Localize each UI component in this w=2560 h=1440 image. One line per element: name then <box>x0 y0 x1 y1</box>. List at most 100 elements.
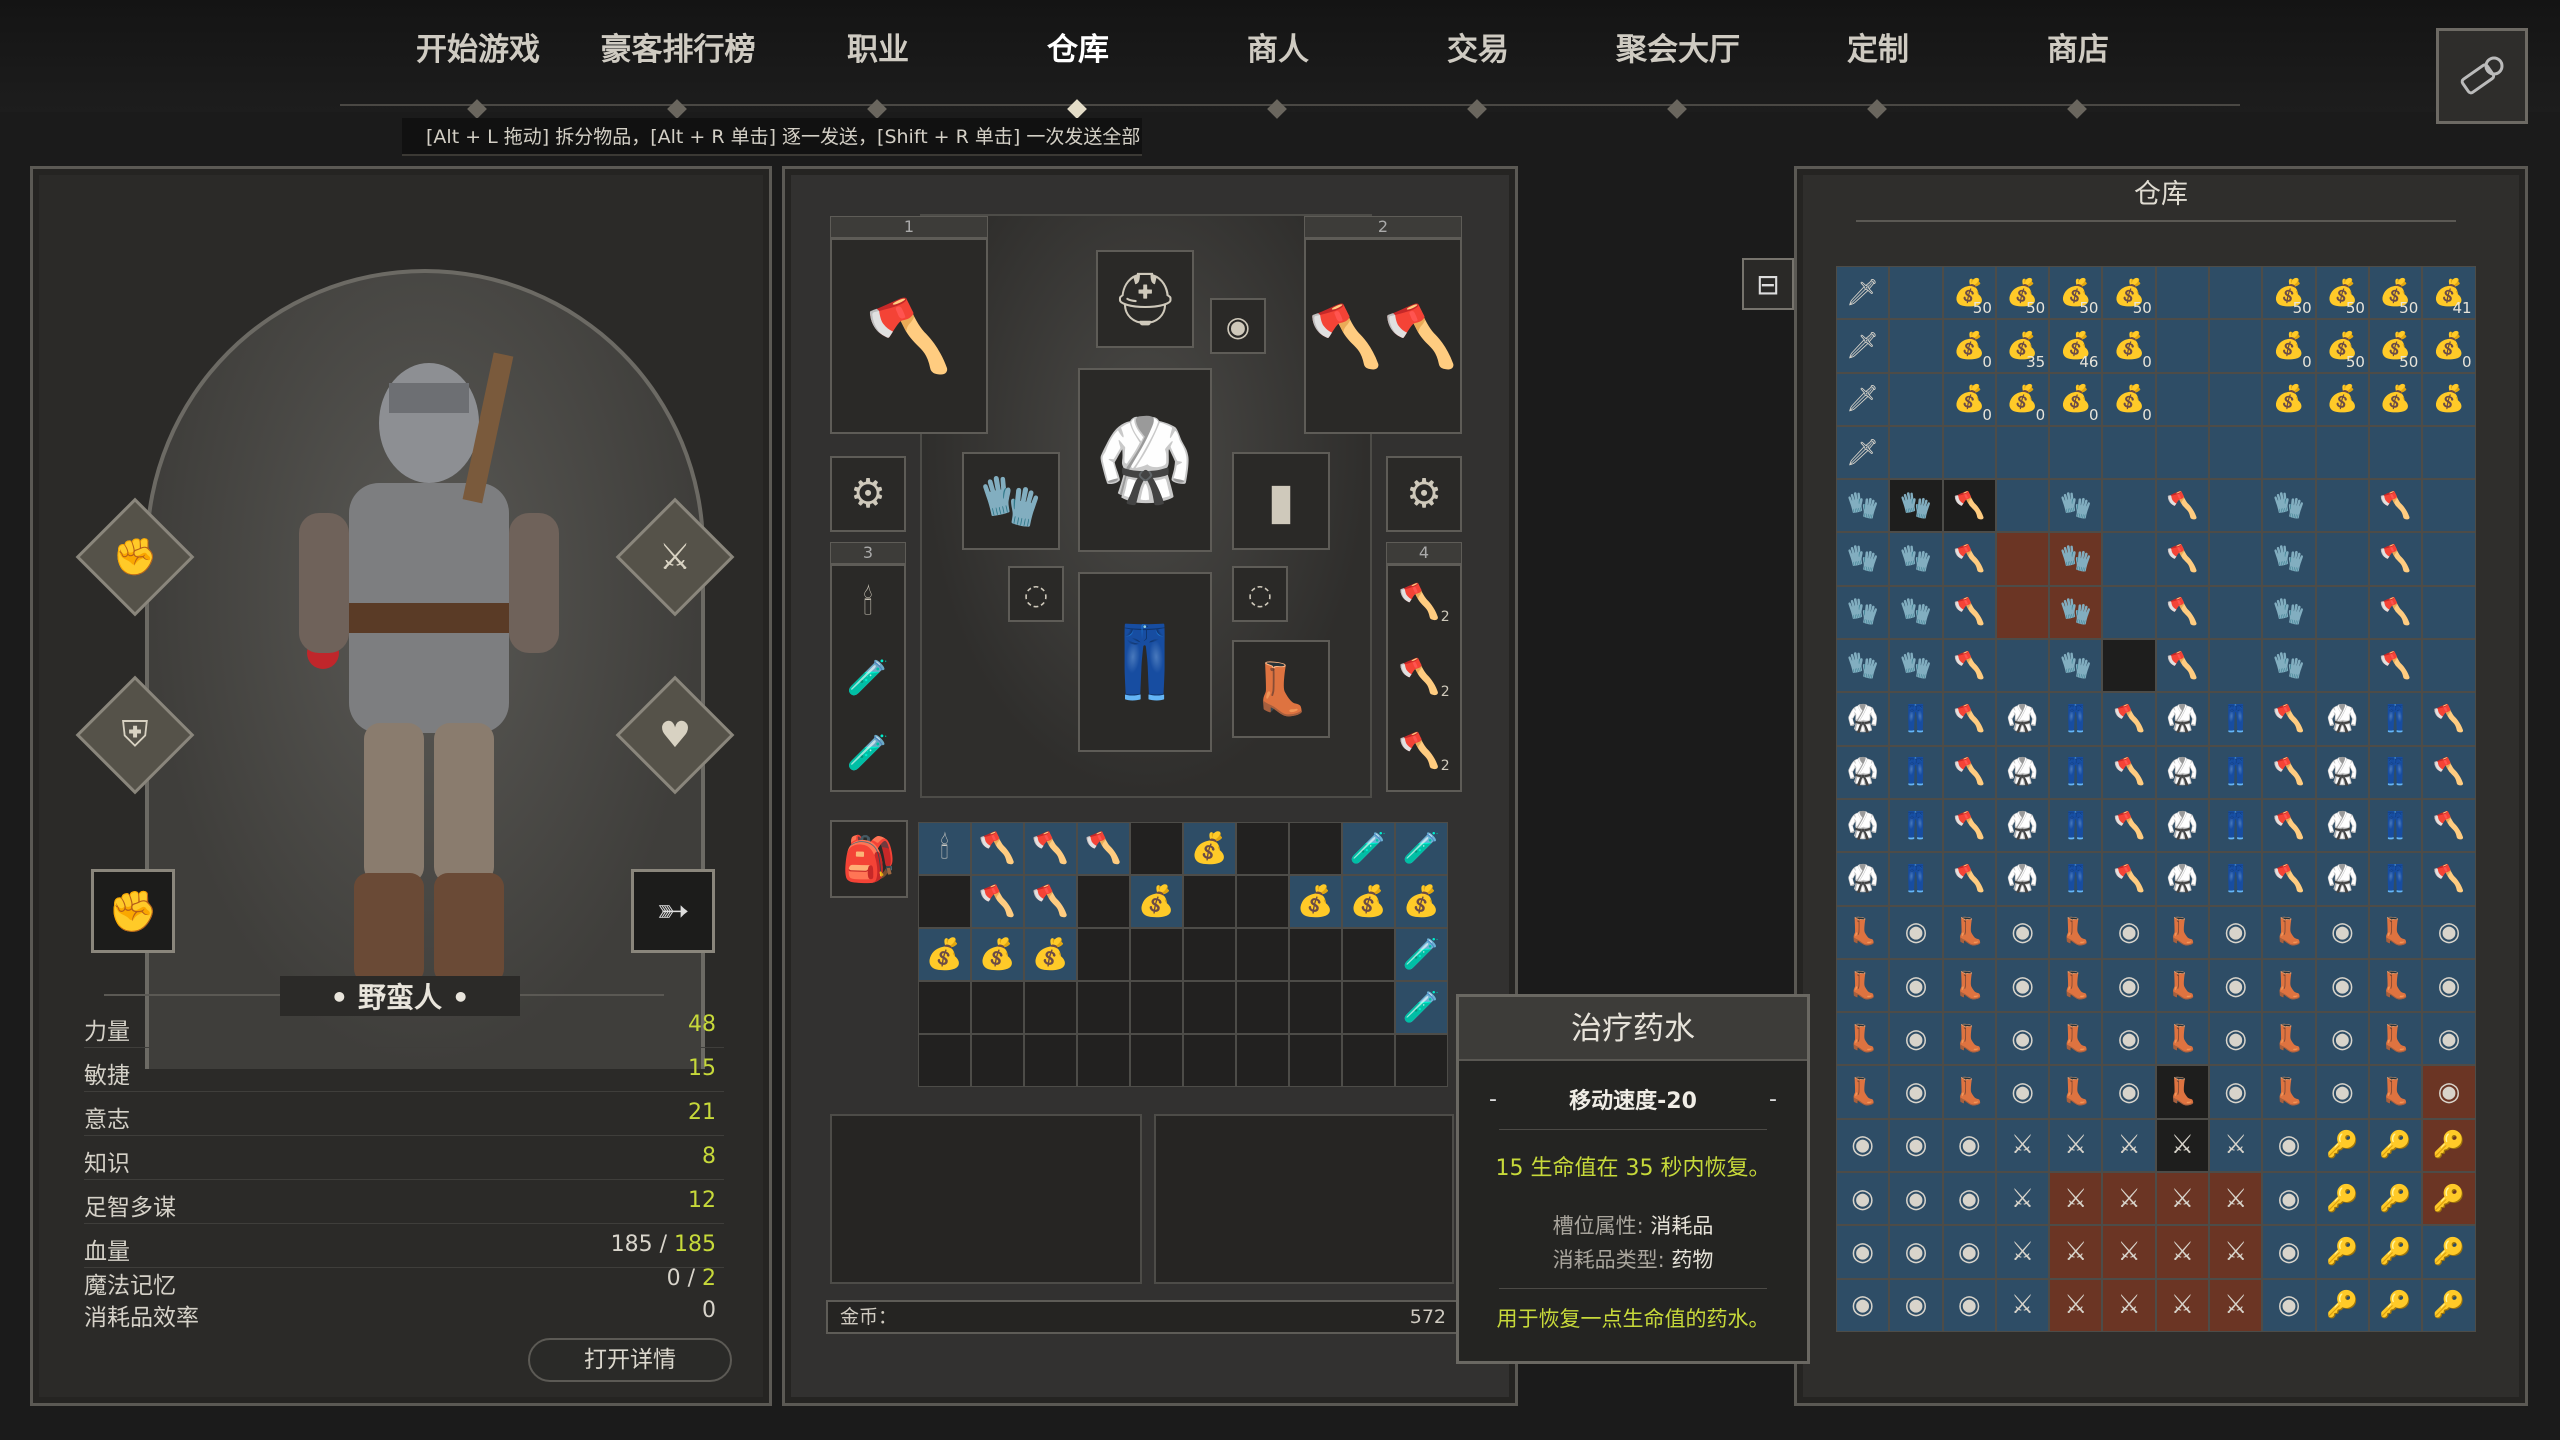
stash-cell[interactable]: 🥋 <box>2155 798 2210 853</box>
stash-cell[interactable]: 💰 41 <box>2422 266 2476 320</box>
stash-cell[interactable]: 🔑 <box>2422 1172 2476 1226</box>
stash-cell[interactable]: ⚔ <box>1995 1225 2050 1279</box>
inventory-cell[interactable] <box>1077 875 1130 928</box>
stash-cell[interactable]: 🪓 <box>2155 639 2210 693</box>
stash-cell[interactable]: 💰 0 <box>2102 319 2156 373</box>
stash-cell[interactable]: 👖 <box>2049 745 2103 799</box>
stash-cell[interactable]: 🗡 <box>1836 266 1890 320</box>
stash-cell[interactable]: 🧤 <box>2262 479 2316 533</box>
stash-cell[interactable]: ⚔ <box>2102 1225 2156 1279</box>
stash-cell[interactable] <box>2209 372 2263 426</box>
stash-cell[interactable]: 👢 <box>2049 1065 2103 1119</box>
inventory-cell[interactable]: 🪓 <box>1077 822 1130 875</box>
stash-cell[interactable] <box>2155 319 2210 373</box>
inventory-cell[interactable] <box>1077 981 1130 1034</box>
stash-cell[interactable]: ⚔ <box>2049 1118 2103 1173</box>
stash-cell[interactable]: ◉ <box>1995 1065 2050 1119</box>
stash-cell[interactable]: ⚔ <box>2209 1278 2263 1332</box>
stash-cell[interactable]: 👢 <box>2262 905 2316 959</box>
stash-cell[interactable]: 👢 <box>2155 1012 2210 1066</box>
inventory-cell[interactable] <box>1077 1034 1130 1087</box>
inventory-cell[interactable] <box>1236 822 1289 875</box>
stash-cell[interactable]: 🔑 <box>2368 1118 2423 1173</box>
stash-cell[interactable]: 🗡 <box>1836 425 1890 480</box>
stash-cell[interactable] <box>2315 479 2369 533</box>
stash-cell[interactable] <box>2422 425 2476 480</box>
inventory-cell[interactable] <box>1342 928 1395 981</box>
stash-cell[interactable]: ◉ <box>2209 905 2263 959</box>
stash-cell[interactable]: 🔑 <box>2315 1118 2369 1173</box>
stash-cell[interactable] <box>2209 585 2263 640</box>
stash-cell[interactable] <box>1889 319 1943 373</box>
stash-cell[interactable]: 👢 <box>1836 1065 1890 1119</box>
stash-cell[interactable]: 👖 <box>2049 852 2103 906</box>
stash-cell[interactable] <box>2102 585 2156 640</box>
stash-cell[interactable]: ◉ <box>1995 1012 2050 1066</box>
tab-gathering-hall[interactable]: 聚会大厅 <box>1588 20 1768 119</box>
inventory-cell[interactable]: 🧪 <box>1395 928 1448 981</box>
stash-cell[interactable]: ◉ <box>1836 1172 1890 1226</box>
stash-cell[interactable]: 💰 50 <box>2315 266 2369 320</box>
stash-cell[interactable]: 🔑 <box>2315 1278 2369 1332</box>
stash-cell[interactable] <box>2102 532 2156 586</box>
stash-cell[interactable]: 💰 <box>2262 372 2316 426</box>
stash-cell[interactable]: 👢 <box>2262 1012 2316 1066</box>
stash-cell[interactable]: 👖 <box>2209 745 2263 799</box>
inventory-cell[interactable]: 🪓 <box>971 875 1024 928</box>
stash-cell[interactable] <box>2209 425 2263 480</box>
stash-cell[interactable]: 🪓 <box>1942 479 1996 533</box>
stash-cell[interactable] <box>1995 639 2050 693</box>
stash-cell[interactable]: 👢 <box>2155 905 2210 959</box>
inventory-cell[interactable] <box>918 875 971 928</box>
stash-cell[interactable]: 🪓 <box>2368 639 2423 693</box>
stash-cell[interactable] <box>2155 425 2210 480</box>
stash-cell[interactable]: 🥋 <box>1995 852 2050 906</box>
inventory-cell[interactable] <box>1289 1034 1342 1087</box>
stash-cell[interactable]: 👖 <box>2209 692 2263 746</box>
stash-cell[interactable]: 🔑 <box>2368 1172 2423 1226</box>
stash-cell[interactable]: 👖 <box>2368 692 2423 746</box>
inventory-cell[interactable] <box>1024 1034 1077 1087</box>
stash-cell[interactable]: 👖 <box>1889 692 1943 746</box>
inventory-cell[interactable]: 💰 <box>1130 875 1183 928</box>
stash-cell[interactable]: 👖 <box>2049 798 2103 853</box>
inventory-cell[interactable] <box>1130 1034 1183 1087</box>
stash-cell[interactable]: ◉ <box>2315 1012 2369 1066</box>
stash-cell[interactable]: ⚔ <box>2102 1172 2156 1226</box>
stash-cell[interactable] <box>1995 479 2050 533</box>
stash-cell[interactable]: 🪓 <box>2368 532 2423 586</box>
stash-cell[interactable]: 🧤 <box>2049 639 2103 693</box>
belt-slot-2[interactable]: ⚙ <box>1386 456 1462 532</box>
stash-cell[interactable]: 💰 <box>2315 372 2369 426</box>
stash-cell[interactable]: 🪓 <box>1942 798 1996 853</box>
inventory-cell[interactable] <box>1236 981 1289 1034</box>
stash-cell[interactable]: 🧤 <box>2262 639 2316 693</box>
stash-cell[interactable]: 🪓 <box>2102 852 2156 906</box>
stash-cell[interactable]: ◉ <box>1942 1225 1996 1279</box>
inventory-cell[interactable]: 🪓 <box>1024 822 1077 875</box>
inventory-cell[interactable]: 💰 <box>971 928 1024 981</box>
stash-cell[interactable]: ◉ <box>2262 1118 2316 1173</box>
inventory-cell[interactable] <box>1342 981 1395 1034</box>
stash-cell[interactable]: 🗡 <box>1836 372 1890 426</box>
stash-cell[interactable]: 💰 0 <box>1942 319 1996 373</box>
stash-cell[interactable]: 💰 50 <box>1942 266 1996 320</box>
stash-cell[interactable]: 🪓 <box>2155 532 2210 586</box>
stash-cell[interactable]: 💰 46 <box>2049 319 2103 373</box>
stash-cell[interactable]: 👢 <box>1942 1012 1996 1066</box>
stash-cell[interactable]: 🥋 <box>2315 852 2369 906</box>
stash-cell[interactable]: 🪓 <box>1942 745 1996 799</box>
stash-cell[interactable]: 🪓 <box>2422 745 2476 799</box>
stash-cell[interactable]: 🥋 <box>1836 745 1890 799</box>
stash-cell[interactable] <box>1942 425 1996 480</box>
stash-cell[interactable]: ◉ <box>2102 1012 2156 1066</box>
stash-cell[interactable]: 💰 0 <box>2262 319 2316 373</box>
stash-cell[interactable]: 🥋 <box>1995 692 2050 746</box>
stash-cell[interactable]: 👢 <box>2262 958 2316 1013</box>
stash-cell[interactable]: ⚔ <box>2155 1118 2210 1173</box>
stash-cell[interactable]: 👢 <box>1836 958 1890 1013</box>
stash-cell[interactable]: 🧤 <box>1889 585 1943 640</box>
inventory-cell[interactable] <box>1289 822 1342 875</box>
stash-cell[interactable]: 👢 <box>2262 1065 2316 1119</box>
stash-cell[interactable]: ◉ <box>2262 1225 2316 1279</box>
